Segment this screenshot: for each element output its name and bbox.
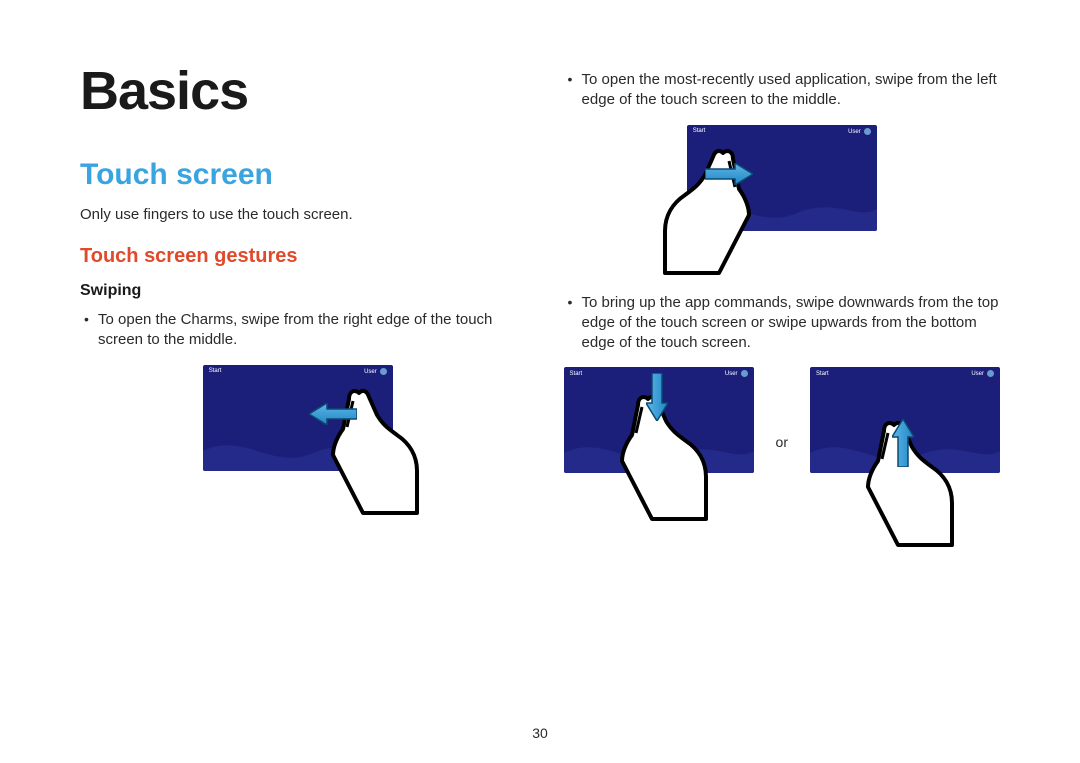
left-column: Basics Touch screen Only use fingers to … (80, 60, 516, 700)
start-label: Start (570, 371, 583, 377)
arrow-up-icon (892, 419, 914, 467)
page-title: Basics (80, 60, 516, 122)
start-label: Start (209, 368, 222, 374)
or-label: or (776, 434, 788, 450)
bullet-charms: To open the Charms, swipe from the right… (80, 310, 516, 351)
arrow-down-icon (646, 373, 668, 421)
subsection-heading: Touch screen gestures (80, 245, 516, 268)
avatar-icon (380, 368, 387, 375)
bullet-app-commands: To bring up the app commands, swipe down… (564, 293, 1000, 354)
user-label: User (971, 371, 984, 377)
figure-swipe-from-left: Start User (687, 125, 877, 275)
user-label: User (725, 371, 738, 377)
avatar-icon (987, 370, 994, 377)
start-label: Start (693, 128, 706, 134)
user-label: User (364, 369, 377, 375)
figure-swipe-down: Start User (564, 367, 754, 517)
arrow-right-icon (705, 163, 753, 185)
arrow-left-icon (309, 403, 357, 425)
bullet-recent-app: To open the most-recently used applicati… (564, 70, 1000, 111)
figure-swipe-up: Start User (810, 367, 1000, 517)
avatar-icon (741, 370, 748, 377)
user-label: User (848, 129, 861, 135)
figure-swipe-from-right: Start User (203, 365, 393, 515)
intro-text: Only use fingers to use the touch screen… (80, 206, 516, 223)
page-number: 30 (532, 725, 548, 741)
right-column: To open the most-recently used applicati… (564, 60, 1000, 700)
section-heading: Touch screen (80, 158, 516, 192)
avatar-icon (864, 128, 871, 135)
start-label: Start (816, 371, 829, 377)
swiping-heading: Swiping (80, 282, 516, 300)
